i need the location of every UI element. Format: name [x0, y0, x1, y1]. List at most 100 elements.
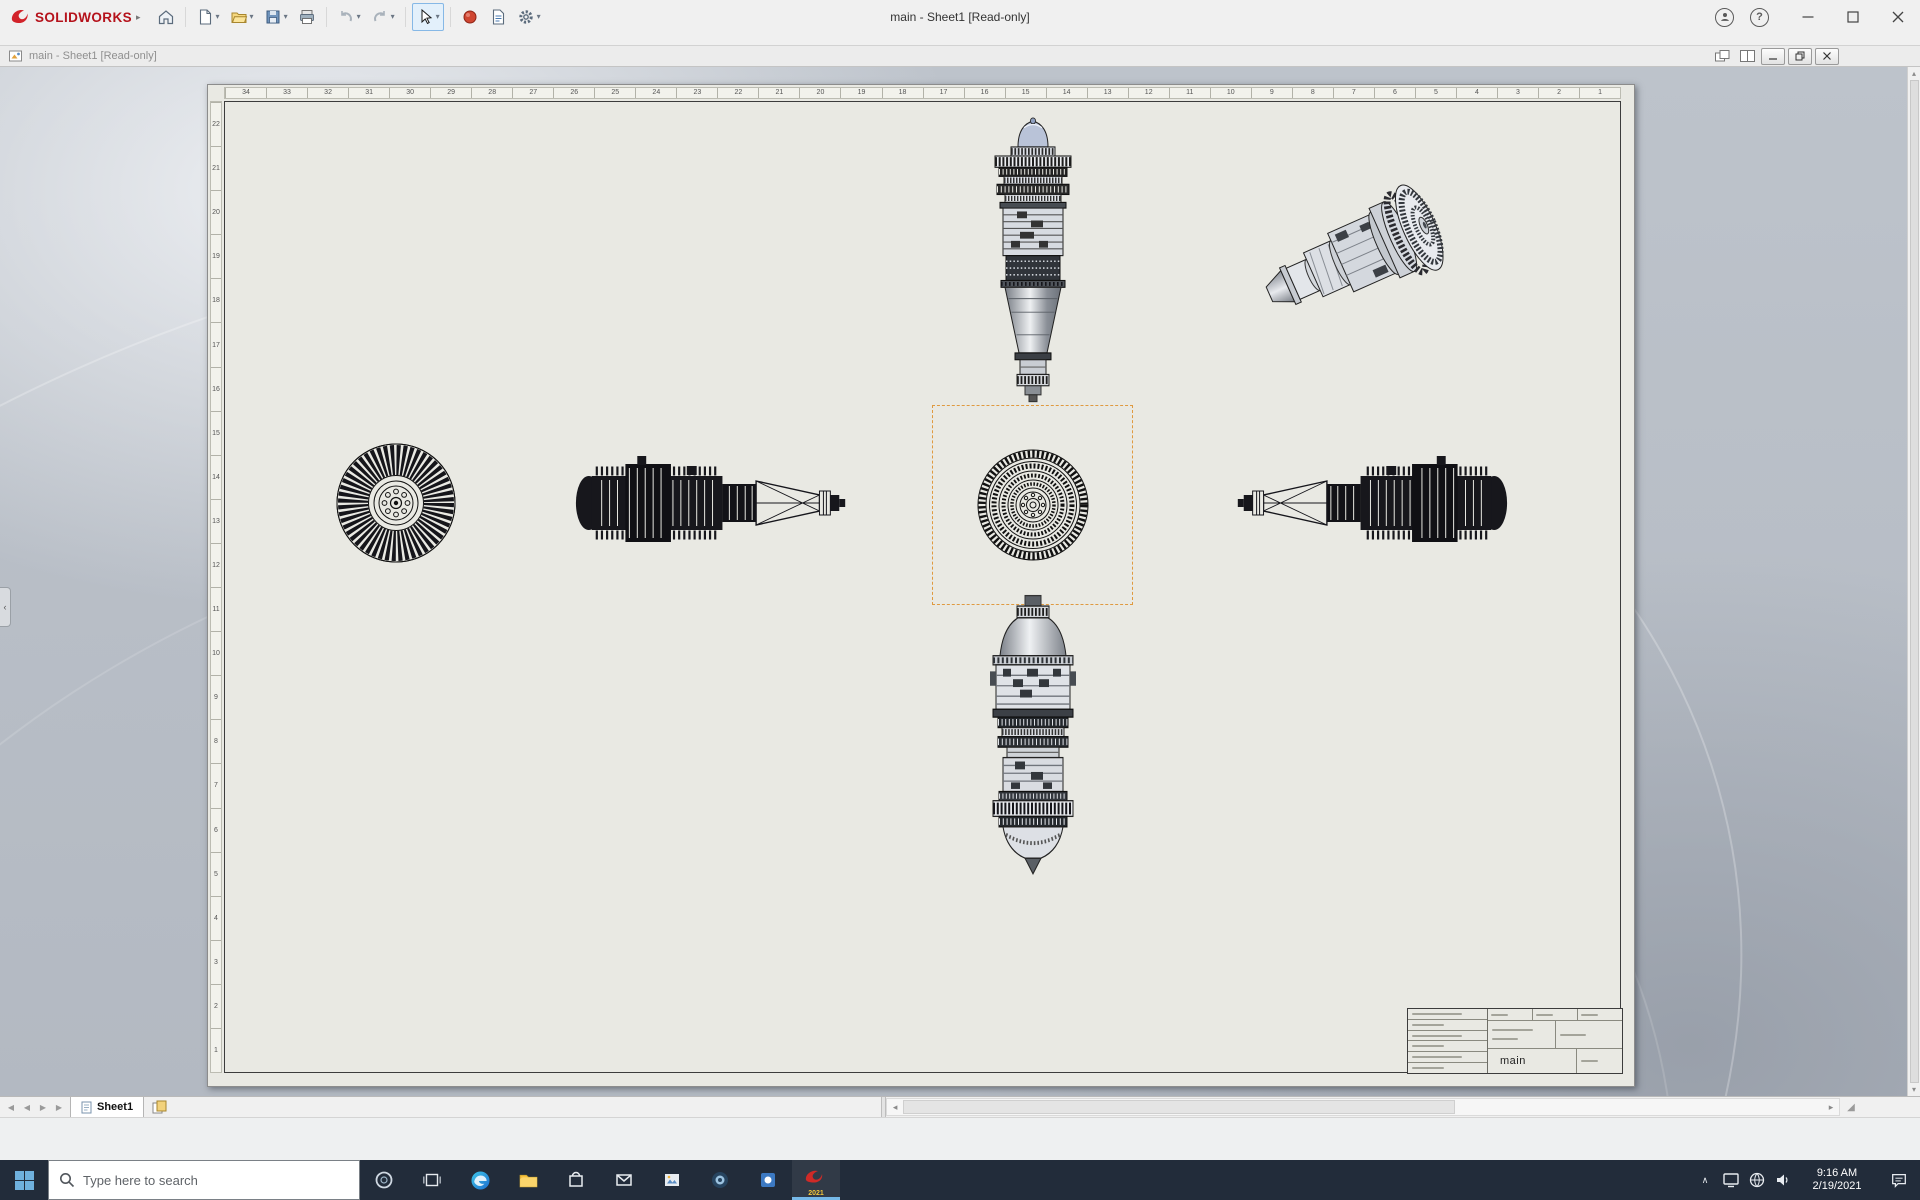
app-minimize-button[interactable]	[1785, 0, 1830, 34]
graphics-viewport[interactable]: 34 33 32 31 30 29 28 27 26 25 24 23 22 21 20 19 18 17 16 15…	[0, 67, 1920, 1096]
ruler-number: 6	[211, 807, 221, 852]
taskbar-mail-button[interactable]	[600, 1160, 648, 1200]
redo-button[interactable]: ▾	[367, 3, 399, 31]
ruler-number: 23	[676, 88, 717, 98]
print-button[interactable]	[294, 3, 320, 31]
taskbar-app-tile-button[interactable]	[744, 1160, 792, 1200]
scroll-up-icon[interactable]: ▴	[1912, 69, 1916, 78]
toolbar-separator	[449, 7, 451, 27]
dropdown-caret-icon[interactable]: ▾	[250, 13, 254, 21]
taskbar-photos-button[interactable]	[648, 1160, 696, 1200]
doc-close-button[interactable]	[1815, 47, 1839, 65]
titleblock-text-bar	[1412, 1023, 1444, 1026]
tray-display-icon[interactable]	[1718, 1171, 1744, 1189]
dropdown-caret-icon[interactable]: ▾	[284, 13, 288, 21]
app-maximize-button[interactable]	[1830, 0, 1875, 34]
search-input[interactable]	[83, 1172, 349, 1188]
help-button[interactable]: ?	[1750, 7, 1769, 27]
ruler-number: 10	[1209, 88, 1251, 98]
menu-expand-icon[interactable]: ▸	[136, 12, 141, 23]
dropdown-caret-icon[interactable]: ▾	[391, 13, 395, 21]
vertical-scrollbar[interactable]: ▴ ▾	[1907, 67, 1920, 1096]
dropdown-caret-icon[interactable]: ▾	[537, 13, 541, 21]
dropdown-caret-icon[interactable]: ▾	[436, 13, 440, 21]
ruler-number: 3	[1496, 88, 1538, 98]
taskbar-file-explorer-button[interactable]	[504, 1160, 552, 1200]
doc-minimize-button[interactable]	[1761, 47, 1785, 65]
vertical-scrollbar-thumb[interactable]	[1909, 80, 1919, 1083]
clock-time: 9:16 AM	[1816, 1167, 1858, 1179]
ruler-number: 32	[307, 88, 348, 98]
new-document-button[interactable]: ▾	[192, 3, 224, 31]
scroll-down-icon[interactable]: ▾	[1912, 1085, 1916, 1094]
taskbar-solidworks-button[interactable]: 2021	[792, 1160, 840, 1200]
app-icon-blue-circle	[712, 1172, 728, 1188]
account-button[interactable]	[1715, 7, 1734, 27]
ruler-number: 11	[1168, 88, 1210, 98]
pane-collapse-tab[interactable]: ‹	[0, 587, 11, 627]
scroll-left-icon[interactable]: ◂	[887, 1102, 903, 1113]
windows-taskbar: 2021 ∧ 9:16 AM 2/19/2021	[0, 1160, 1920, 1200]
taskbar-search[interactable]	[48, 1160, 360, 1200]
window-arrange-icon-a[interactable]	[1711, 48, 1733, 65]
start-button[interactable]	[0, 1160, 48, 1200]
drawing-view-right[interactable]	[1218, 438, 1515, 568]
drawing-view-left[interactable]	[568, 438, 865, 568]
ruler-number: 12	[211, 542, 221, 587]
scroll-right-icon[interactable]: ▸	[1823, 1102, 1839, 1113]
cortana-button[interactable]	[360, 1160, 408, 1200]
taskbar-app-circle-button[interactable]	[696, 1160, 744, 1200]
dropdown-caret-icon[interactable]: ▾	[357, 13, 361, 21]
drawing-sheet[interactable]: 34 33 32 31 30 29 28 27 26 25 24 23 22 21 20 19 18 17 16 15…	[207, 84, 1635, 1087]
ruler-vertical: 22 21 20 19 18 17 16 15 14 13 12 11 10 9 8 7 6 5 4 3 2 1	[210, 101, 222, 1073]
select-tool-button[interactable]: ▾	[411, 3, 444, 31]
add-sheet-button[interactable]	[144, 1097, 175, 1117]
undo-button[interactable]: ▾	[333, 3, 365, 31]
doc-restore-button[interactable]	[1788, 47, 1812, 65]
app-close-button[interactable]	[1875, 0, 1920, 34]
first-sheet-button[interactable]: ◀	[5, 1103, 17, 1112]
tray-speaker-icon[interactable]	[1770, 1171, 1796, 1189]
drawing-view-bottom[interactable]	[973, 593, 1093, 883]
home-button[interactable]	[153, 3, 179, 31]
search-icon	[60, 1173, 75, 1188]
open-document-button[interactable]: ▾	[226, 3, 258, 31]
ruler-number: 4	[211, 895, 221, 940]
file-explorer-icon	[519, 1174, 537, 1187]
action-center-button[interactable]	[1878, 1160, 1920, 1200]
ruler-number: 24	[635, 88, 676, 98]
horizontal-scrollbar-thumb[interactable]	[903, 1100, 1456, 1114]
solidworks-version-badge: 2021	[808, 1190, 824, 1197]
solidworks-brand[interactable]: SOLIDWORKS	[10, 7, 132, 27]
tray-network-icon[interactable]	[1744, 1171, 1770, 1189]
system-tray: ∧	[1692, 1160, 1796, 1200]
options-button[interactable]: ▾	[513, 3, 545, 31]
file-properties-button[interactable]	[485, 3, 511, 31]
edge-icon	[470, 1170, 490, 1190]
previous-sheet-button[interactable]: ◀	[21, 1103, 33, 1112]
save-button[interactable]: ▾	[260, 3, 292, 31]
drawing-view-top[interactable]	[973, 113, 1093, 405]
drawing-view-isometric[interactable]	[1244, 170, 1494, 330]
corner-resize-icon[interactable]: ◢	[1840, 1097, 1862, 1117]
last-sheet-button[interactable]: ▶	[53, 1103, 65, 1112]
taskbar-edge-button[interactable]	[456, 1160, 504, 1200]
horizontal-scrollbar[interactable]: ◂ ▸	[886, 1098, 1840, 1116]
drawing-view-front[interactable]	[963, 435, 1103, 575]
task-view-button[interactable]	[408, 1160, 456, 1200]
rebuild-button[interactable]	[457, 3, 483, 31]
drawing-view-rear[interactable]	[326, 433, 466, 573]
taskbar-clock[interactable]: 9:16 AM 2/19/2021	[1796, 1160, 1878, 1200]
new-document-icon	[199, 9, 211, 25]
tray-hidden-icons-chevron[interactable]: ∧	[1692, 1175, 1718, 1186]
print-icon	[299, 10, 314, 24]
ruler-number: 17	[211, 322, 221, 366]
save-icon	[266, 10, 280, 24]
next-sheet-button[interactable]: ▶	[37, 1103, 49, 1112]
taskbar-store-button[interactable]	[552, 1160, 600, 1200]
window-arrange-icon-b[interactable]	[1736, 48, 1758, 65]
ruler-number: 30	[389, 88, 430, 98]
tab-sheet1[interactable]: Sheet1	[70, 1097, 145, 1117]
ruler-number: 12	[1127, 88, 1169, 98]
dropdown-caret-icon[interactable]: ▾	[216, 13, 220, 21]
